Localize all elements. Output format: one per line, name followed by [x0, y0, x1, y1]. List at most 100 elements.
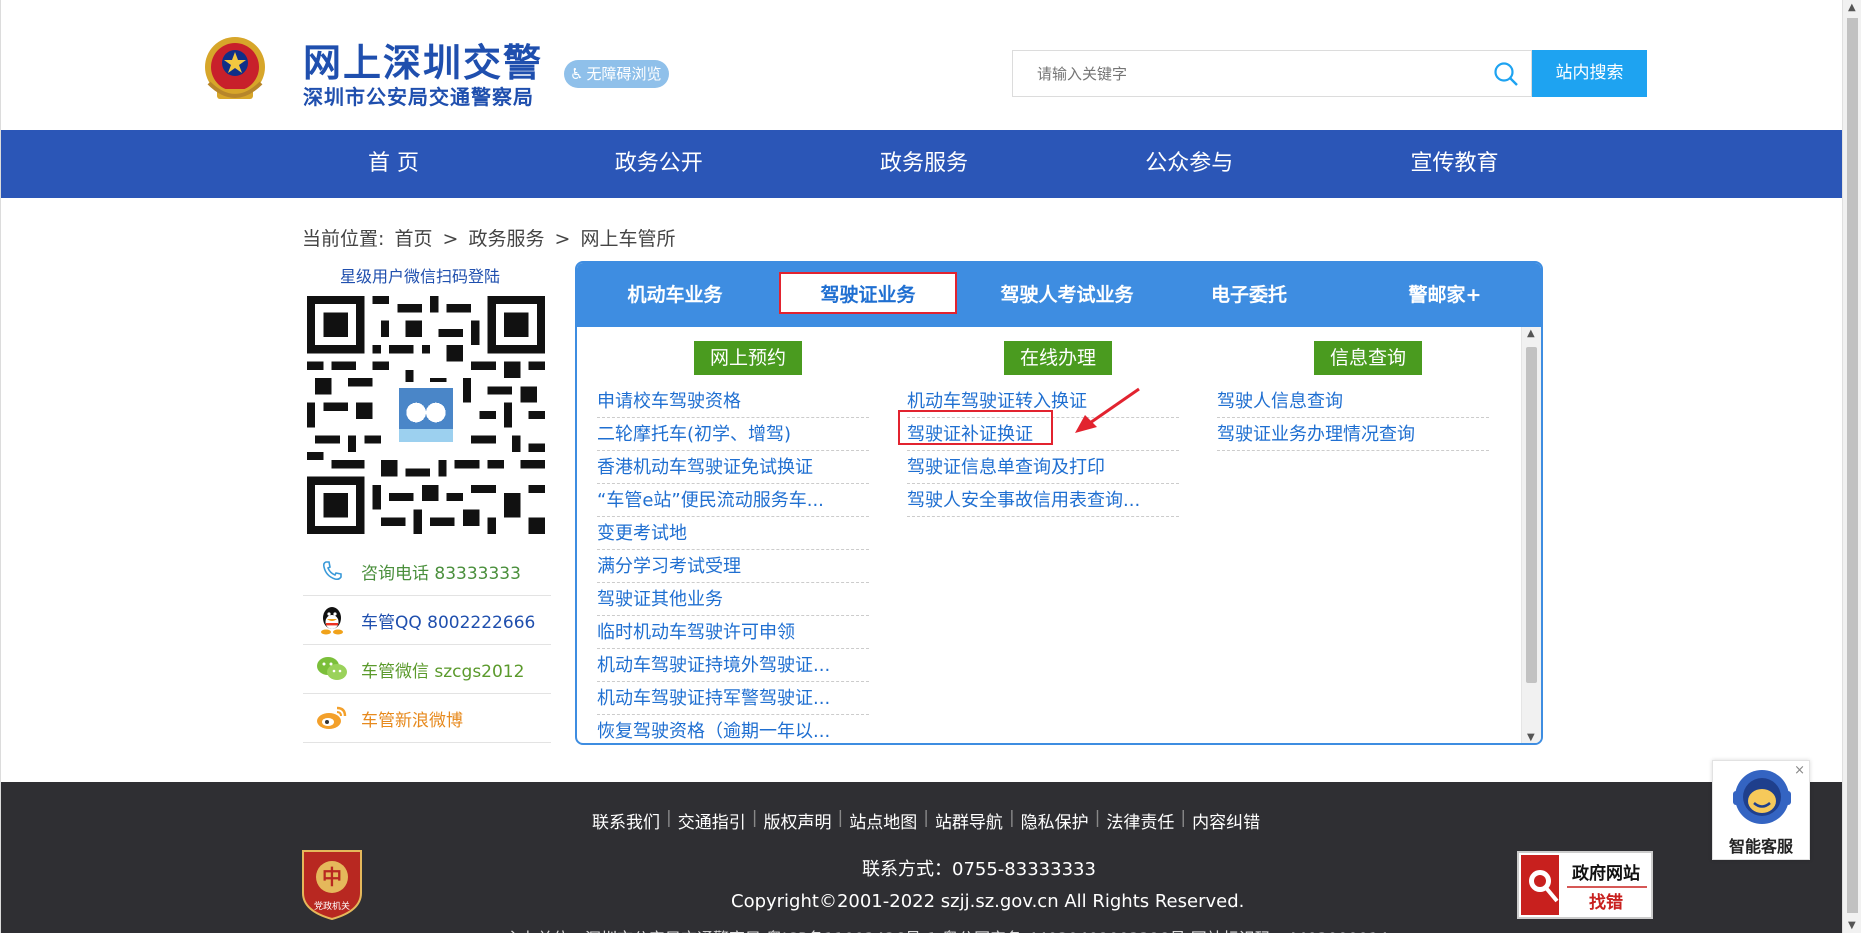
footer-link-privacy[interactable]: 隐私保护: [1021, 808, 1089, 833]
footer-link-error-report[interactable]: 内容纠错: [1192, 808, 1260, 833]
nav-item-education[interactable]: 宣传教育: [1322, 130, 1587, 198]
footer-copyright: Copyright©2001-2022 szjj.sz.gov.cn All R…: [731, 891, 1245, 912]
column-head-info-query: 信息查询: [1314, 341, 1422, 375]
scroll-down-arrow-icon[interactable]: ▼: [1527, 732, 1535, 743]
contact-wechat-label: 车管微信 szcgs2012: [361, 661, 525, 682]
contact-qq-label: 车管QQ 8002222666: [361, 612, 536, 633]
list-item[interactable]: 驾驶证业务办理情况查询: [1217, 418, 1489, 451]
footer-link-copyright[interactable]: 版权声明: [763, 808, 831, 833]
scroll-up-arrow-icon[interactable]: ▲: [1527, 328, 1535, 339]
contact-phone-label: 咨询电话 83333333: [361, 563, 521, 584]
footer-link-site-group[interactable]: 站群导航: [935, 808, 1003, 833]
smart-customer-service-widget[interactable]: × 智能客服: [1712, 760, 1810, 860]
list-item[interactable]: 驾驶证其他业务: [597, 583, 869, 616]
footer-contact: 联系方式：0755-83333333: [862, 859, 1096, 880]
footer-sponsor-info: 主办单位：深圳市公安局交通警察局 粤ICP备11003436号-1 粤公网安备 …: [505, 925, 1389, 933]
tab-e-authorization[interactable]: 电子委托: [1189, 263, 1309, 327]
qq-icon: [303, 604, 361, 636]
svg-text:中: 中: [322, 865, 342, 889]
site-subtitle: 深圳市公安局交通警察局: [303, 85, 534, 109]
tab-driver-exam-business[interactable]: 驾驶人考试业务: [977, 263, 1157, 327]
footer-link-traffic-guide[interactable]: 交通指引: [678, 808, 746, 833]
nav-item-gov-affairs-open[interactable]: 政务公开: [526, 130, 791, 198]
window-scrollbar[interactable]: ▲ ▼: [1842, 0, 1861, 933]
column-head-online-reservation: 网上预约: [694, 341, 802, 375]
list-item[interactable]: 驾驶人信息查询: [1217, 385, 1489, 418]
police-emblem-icon: [205, 37, 265, 99]
list-item[interactable]: “车管e站”便民流动服务车...: [597, 484, 869, 517]
search-box: [1012, 50, 1532, 97]
scroll-up-arrow-icon[interactable]: ▲: [1848, 2, 1856, 13]
list-item[interactable]: 机动车驾驶证持军警驾驶证...: [597, 682, 869, 715]
red-arrow-annotation-icon: [1075, 387, 1140, 433]
list-item[interactable]: 机动车驾驶证持境外驾驶证...: [597, 649, 869, 682]
tab-driver-license-business[interactable]: 驾驶证业务: [779, 272, 957, 314]
tab-police-post-home[interactable]: 警邮家+: [1385, 263, 1505, 327]
contact-wechat[interactable]: 车管微信 szcgs2012: [303, 645, 551, 694]
phone-icon: [303, 559, 361, 583]
window-scroll-thumb[interactable]: [1847, 18, 1858, 913]
close-icon[interactable]: ×: [1794, 763, 1805, 778]
list-item[interactable]: 香港机动车驾驶证免试换证: [597, 451, 869, 484]
breadcrumb-gov-services[interactable]: 政务服务: [468, 228, 544, 250]
main-nav: 首 页 政务公开 政务服务 公众参与 宣传教育: [1, 130, 1842, 198]
list-item[interactable]: 驾驶证信息单查询及打印: [907, 451, 1179, 484]
magnifier-icon: 政府网站 找错: [1521, 855, 1647, 915]
breadcrumb: 当前位置: 首页 > 政务服务 > 网上车管所: [302, 224, 680, 251]
column-head-online-processing: 在线办理: [1004, 341, 1112, 375]
weibo-icon: [303, 705, 361, 731]
list-item[interactable]: 驾驶人安全事故信用表查询...: [907, 484, 1179, 517]
nav-item-gov-services[interactable]: 政务服务: [792, 130, 1057, 198]
list-item[interactable]: 二轮摩托车(初学、增驾): [597, 418, 869, 451]
contact-phone[interactable]: 咨询电话 83333333: [303, 547, 551, 596]
qr-login-title: 星级用户微信扫码登陆: [340, 267, 501, 286]
breadcrumb-home[interactable]: 首页: [394, 228, 432, 250]
site-title[interactable]: 网上深圳交警: [303, 32, 543, 87]
list-item[interactable]: 满分学习考试受理: [597, 550, 869, 583]
column-info-query: 信息查询 驾驶人信息查询 驾驶证业务办理情况查询: [1217, 341, 1497, 451]
list-item[interactable]: 变更考试地: [597, 517, 869, 550]
party-government-badge-icon[interactable]: 中 党政机关: [299, 845, 365, 921]
nav-item-home[interactable]: 首 页: [261, 130, 526, 198]
wheelchair-icon: ♿: [570, 65, 584, 83]
site-header: 网上深圳交警 深圳市公安局交通警察局 ♿ 无障碍浏览 站内搜索: [1, 0, 1842, 130]
contact-qq[interactable]: 车管QQ 8002222666: [303, 596, 551, 645]
nav-item-public-participation[interactable]: 公众参与: [1057, 130, 1322, 198]
wechat-icon: [303, 656, 361, 682]
service-tabbar: 机动车业务 驾驶证业务 驾驶人考试业务 电子委托 警邮家+: [577, 263, 1541, 327]
panel-body: 网上预约 申请校车驾驶资格 二轮摩托车(初学、增驾) 香港机动车驾驶证免试换证 …: [577, 327, 1521, 743]
robot-avatar-icon: [1733, 770, 1791, 824]
svg-text:政府网站: 政府网站: [1572, 863, 1640, 884]
search-icon[interactable]: [1493, 61, 1519, 87]
breadcrumb-prefix: 当前位置:: [302, 228, 385, 250]
contact-list: 咨询电话 83333333 车管QQ 8002222666 车管微信 szcgs…: [303, 547, 551, 743]
highlight-annotation-box: [898, 410, 1053, 445]
list-item[interactable]: 恢复驾驶资格（逾期一年以...: [597, 715, 869, 743]
column-online-reservation: 网上预约 申请校车驾驶资格 二轮摩托车(初学、增驾) 香港机动车驾驶证免试换证 …: [597, 341, 877, 743]
footer-link-sitemap[interactable]: 站点地图: [849, 808, 917, 833]
footer-link-contact-us[interactable]: 联系我们: [592, 808, 660, 833]
breadcrumb-current[interactable]: 网上车管所: [581, 228, 676, 250]
contact-weibo[interactable]: 车管新浪微博: [303, 694, 551, 743]
panel-scrollbar[interactable]: ▲ ▼: [1521, 327, 1541, 743]
panel-scroll-thumb[interactable]: [1526, 347, 1537, 683]
smart-service-label: 智能客服: [1728, 837, 1793, 856]
accessible-browse-label: 无障碍浏览: [586, 65, 662, 83]
breadcrumb-sep: >: [554, 228, 571, 250]
search-input[interactable]: [1013, 51, 1453, 96]
tab-vehicle-business[interactable]: 机动车业务: [605, 263, 745, 327]
contact-weibo-label: 车管新浪微博: [361, 710, 463, 731]
list-item[interactable]: 申请校车驾驶资格: [597, 385, 869, 418]
footer-links: 联系我们 | 交通指引 | 版权声明 | 站点地图 | 站群导航 | 隐私保护 | 法律责任…: [592, 808, 1261, 833]
scroll-down-arrow-icon[interactable]: ▼: [1848, 920, 1856, 931]
svg-text:找错: 找错: [1589, 892, 1623, 913]
list-item[interactable]: 临时机动车驾驶许可申领: [597, 616, 869, 649]
accessible-browse-button[interactable]: ♿ 无障碍浏览: [564, 60, 670, 88]
breadcrumb-sep: >: [442, 228, 459, 250]
gov-site-error-report-badge[interactable]: 政府网站 找错: [1517, 851, 1653, 919]
svg-text:党政机关: 党政机关: [314, 900, 350, 912]
site-search-button[interactable]: 站内搜索: [1532, 50, 1647, 97]
wechat-login-qr-code: [307, 296, 545, 534]
footer-link-legal[interactable]: 法律责任: [1106, 808, 1174, 833]
service-panel: 机动车业务 驾驶证业务 驾驶人考试业务 电子委托 警邮家+ 网上预约 申请校车驾…: [575, 261, 1543, 745]
